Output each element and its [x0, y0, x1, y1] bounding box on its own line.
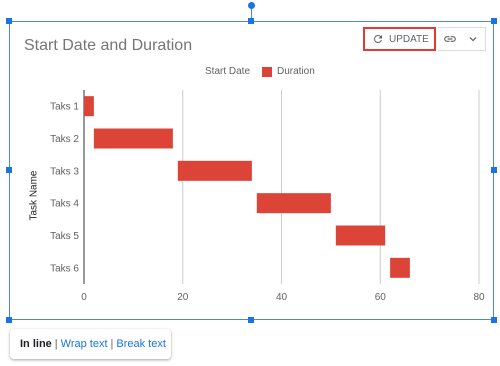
duration-bar: [256, 193, 331, 214]
x-tick-label: 60: [375, 292, 387, 303]
y-tick-label: Taks 5: [50, 231, 79, 242]
x-tick-label: 40: [276, 292, 288, 303]
duration-bar: [335, 225, 386, 246]
x-tick-label: 20: [177, 292, 189, 303]
y-tick-label: Taks 6: [50, 263, 79, 274]
separator: |: [54, 338, 58, 350]
y-tick-label: Taks 1: [50, 102, 79, 113]
y-axis-title: Task Name: [28, 170, 40, 221]
y-tick-label: Taks 4: [50, 199, 79, 210]
duration-bar: [93, 128, 173, 149]
gantt-chart: 0 20 40 60 80 Taks 1 Taks 2 Taks 3 Taks 4 Taks 5 T…: [50, 90, 485, 303]
duration-bar: [177, 160, 252, 181]
inline-option[interactable]: In line: [20, 338, 52, 350]
duration-bar: [390, 257, 410, 278]
text-wrap-toolbar: In line | Wrap text | Break text: [10, 329, 171, 359]
break-text-link[interactable]: Break text: [116, 338, 166, 350]
y-tick-label: Taks 2: [50, 134, 79, 145]
y-tick-label: Taks 3: [50, 166, 79, 177]
x-tick-label: 80: [473, 292, 485, 303]
separator: |: [110, 338, 114, 350]
duration-bar: [84, 96, 94, 117]
x-tick-label: 0: [81, 292, 87, 303]
wrap-text-link[interactable]: Wrap text: [61, 338, 108, 350]
